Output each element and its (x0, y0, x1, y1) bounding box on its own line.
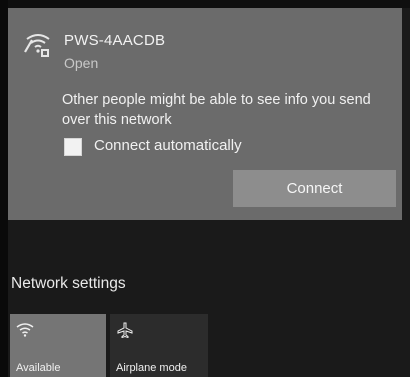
network-flyout: PWS-4AACDB Open Other people might be ab… (0, 0, 410, 377)
airplane-tile-label: Airplane mode (116, 362, 187, 374)
airplane-mode-tile[interactable]: Airplane mode (110, 314, 208, 377)
wifi-icon (16, 323, 34, 337)
network-ssid: PWS-4AACDB (64, 32, 166, 49)
connect-automatically-checkbox[interactable] (64, 138, 82, 156)
network-settings-link[interactable]: Network settings (11, 275, 126, 293)
airplane-icon (117, 322, 133, 338)
wifi-secure-icon (24, 34, 50, 57)
connect-automatically-label[interactable]: Connect automatically (94, 137, 242, 154)
network-status: Open (64, 55, 99, 71)
connect-button[interactable]: Connect (233, 170, 396, 207)
top-border (0, 0, 410, 8)
wifi-toggle-tile[interactable]: Available (10, 314, 106, 377)
network-item-expanded[interactable]: PWS-4AACDB Open Other people might be ab… (8, 8, 402, 220)
wifi-tile-label: Available (16, 362, 61, 374)
security-warning: Other people might be able to see info y… (62, 92, 371, 128)
left-border (0, 0, 8, 377)
